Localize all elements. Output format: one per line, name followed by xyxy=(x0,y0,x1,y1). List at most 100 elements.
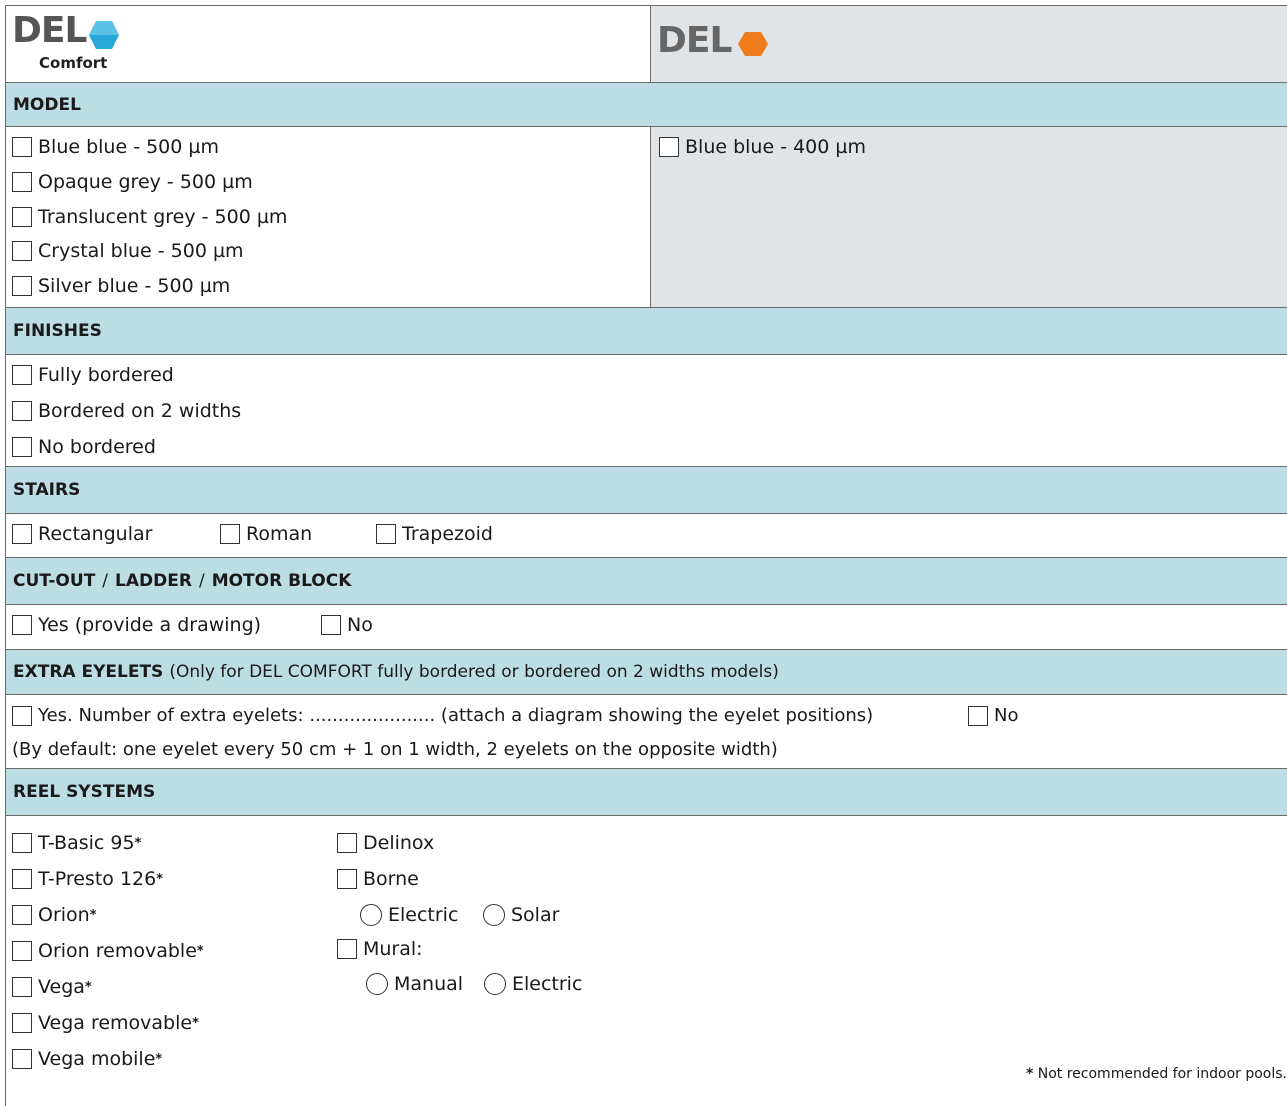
checkbox[interactable] xyxy=(968,705,988,726)
model-option[interactable]: Blue blue - 500 µm xyxy=(12,136,219,158)
option-label: Translucent grey - 500 µm xyxy=(38,206,288,228)
section-title: LADDER xyxy=(115,571,192,591)
checkbox[interactable] xyxy=(321,615,341,635)
option-label: Manual xyxy=(394,973,464,995)
checkbox[interactable] xyxy=(12,437,32,457)
model-option-del[interactable]: Blue blue - 400 µm xyxy=(659,136,866,158)
checkbox[interactable] xyxy=(220,524,240,544)
reel-option-mural[interactable]: Mural: xyxy=(337,938,423,960)
separator: / xyxy=(198,571,205,591)
reel-option-borne[interactable]: Borne xyxy=(337,868,419,890)
option-label: Opaque grey - 500 µm xyxy=(38,171,253,193)
option-label: Blue blue - 400 µm xyxy=(685,136,866,158)
reel-option[interactable]: Orion * xyxy=(12,904,97,926)
note-text: (By default: one eyelet every 50 cm + 1 … xyxy=(12,739,778,760)
eyelets-yes-option[interactable]: Yes. Number of extra eyelets: ..........… xyxy=(12,705,873,726)
asterisk: * xyxy=(84,979,92,995)
model-option[interactable]: Silver blue - 500 µm xyxy=(12,275,230,297)
hexagon-icon xyxy=(89,21,119,49)
reel-option[interactable]: Vega mobile * xyxy=(12,1048,162,1070)
checkbox[interactable] xyxy=(12,941,32,961)
section-title: REEL SYSTEMS xyxy=(13,782,156,802)
stairs-option[interactable]: Roman xyxy=(220,523,312,545)
checkbox[interactable] xyxy=(12,172,32,192)
option-label: Orion removable xyxy=(38,940,197,962)
checkbox[interactable] xyxy=(12,705,32,726)
checkbox[interactable] xyxy=(337,939,357,959)
checkbox[interactable] xyxy=(12,833,32,853)
checkbox[interactable] xyxy=(12,137,32,157)
option-label: Trapezoid xyxy=(402,523,493,545)
radio-button[interactable] xyxy=(484,973,506,995)
logo-sub: Comfort xyxy=(39,54,108,72)
checkbox[interactable] xyxy=(12,1013,32,1033)
checkbox[interactable] xyxy=(12,241,32,261)
borne-electric-radio[interactable]: Electric xyxy=(360,904,458,926)
option-label: Vega mobile xyxy=(38,1048,156,1070)
cutout-option[interactable]: No xyxy=(321,614,373,636)
checkbox[interactable] xyxy=(12,276,32,296)
section-title: MODEL xyxy=(13,94,81,115)
divider xyxy=(5,354,1287,355)
reel-option[interactable]: Vega removable * xyxy=(12,1012,199,1034)
asterisk: * xyxy=(196,943,204,959)
checkbox[interactable] xyxy=(12,977,32,997)
reel-option[interactable]: T-Presto 126 * xyxy=(12,868,163,890)
option-label: Crystal blue - 500 µm xyxy=(38,240,244,262)
radio-button[interactable] xyxy=(366,973,388,995)
section-note: (Only for DEL COMFORT fully bordered or … xyxy=(169,662,779,682)
model-option[interactable]: Translucent grey - 500 µm xyxy=(12,206,287,228)
mural-electric-radio[interactable]: Electric xyxy=(484,973,582,995)
section-reels: REEL SYSTEMS xyxy=(6,769,1287,815)
option-label: No xyxy=(347,614,373,636)
finish-option[interactable]: Fully bordered xyxy=(12,364,174,386)
reel-option[interactable]: Orion removable * xyxy=(12,940,204,962)
checkbox[interactable] xyxy=(12,869,32,889)
checkbox[interactable] xyxy=(12,615,32,635)
option-label: Vega removable xyxy=(38,1012,193,1034)
logo-brand: DEL xyxy=(12,10,87,51)
model-option[interactable]: Crystal blue - 500 µm xyxy=(12,240,244,262)
eyelets-no-option[interactable]: No xyxy=(968,705,1018,726)
checkbox[interactable] xyxy=(12,207,32,227)
stairs-option[interactable]: Trapezoid xyxy=(376,523,493,545)
checkbox[interactable] xyxy=(376,524,396,544)
reel-option[interactable]: Vega * xyxy=(12,976,92,998)
option-label: Orion xyxy=(38,904,90,926)
asterisk: * xyxy=(155,1051,163,1067)
option-label: Delinox xyxy=(363,832,435,854)
finish-option[interactable]: Bordered on 2 widths xyxy=(12,400,241,422)
radio-button[interactable] xyxy=(360,904,382,926)
option-label: Blue blue - 500 µm xyxy=(38,136,219,158)
divider xyxy=(5,604,1287,605)
checkbox[interactable] xyxy=(337,869,357,889)
section-title: EXTRA EYELETS xyxy=(13,662,164,682)
divider xyxy=(650,126,651,307)
asterisk: * xyxy=(156,871,164,887)
option-label: Roman xyxy=(246,523,313,545)
checkbox[interactable] xyxy=(12,365,32,385)
checkbox[interactable] xyxy=(12,401,32,421)
section-title: STAIRS xyxy=(13,480,81,500)
divider xyxy=(5,815,1287,816)
finish-option[interactable]: No bordered xyxy=(12,436,156,458)
stairs-option[interactable]: Rectangular xyxy=(12,523,152,545)
mural-manual-radio[interactable]: Manual xyxy=(366,973,463,995)
cutout-option[interactable]: Yes (provide a drawing) xyxy=(12,614,261,636)
checkbox[interactable] xyxy=(659,137,679,157)
model-option[interactable]: Opaque grey - 500 µm xyxy=(12,171,253,193)
logo-brand: DEL xyxy=(657,20,732,61)
radio-button[interactable] xyxy=(483,904,505,926)
option-label: Rectangular xyxy=(38,523,153,545)
checkbox[interactable] xyxy=(337,833,357,853)
asterisk: * xyxy=(134,835,142,851)
borne-solar-radio[interactable]: Solar xyxy=(483,904,559,926)
footnote: * Not recommended for indoor pools. xyxy=(1026,1066,1287,1082)
reel-option[interactable]: T-Basic 95 * xyxy=(12,832,141,854)
option-label: Electric xyxy=(388,904,459,926)
checkbox[interactable] xyxy=(12,1049,32,1069)
reel-option-delinox[interactable]: Delinox xyxy=(337,832,434,854)
checkbox[interactable] xyxy=(12,524,32,544)
checkbox[interactable] xyxy=(12,905,32,925)
del-comfort-logo: DEL Comfort xyxy=(12,10,132,74)
